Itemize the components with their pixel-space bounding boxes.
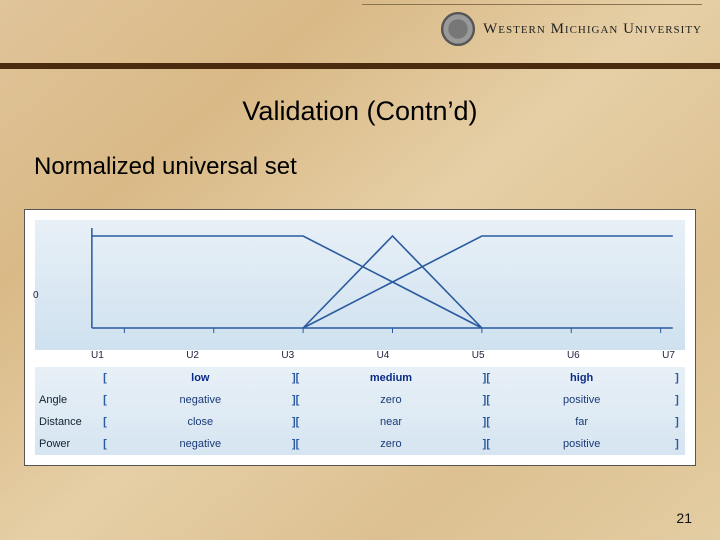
bracket-icon: [ — [97, 438, 113, 450]
x-axis-ticks: U1 U2 U3 U4 U5 U6 U7 — [35, 350, 685, 361]
bracket-icon: [ — [97, 394, 113, 406]
university-seal-icon — [441, 12, 475, 46]
slide-title: Validation (Contn’d) — [0, 96, 720, 127]
bracket-icon: ][ — [478, 372, 494, 384]
table-row: Power [ negative ][ zero ][ positive ] — [35, 433, 685, 455]
bracket-icon: ][ — [288, 438, 304, 450]
term-cell: negative — [113, 394, 288, 406]
x-tick: U7 — [662, 350, 675, 361]
term-cell: zero — [304, 438, 479, 450]
table-row: Distance [ close ][ near ][ far ] — [35, 411, 685, 433]
term-cell: near — [304, 416, 479, 428]
term-cell: positive — [494, 438, 669, 450]
x-tick: U6 — [567, 350, 580, 361]
term-cell: negative — [113, 438, 288, 450]
linguistic-term-table: [ low ][ medium ][ high ] Angle [ negati… — [35, 367, 685, 455]
university-branding: Western Michigan University — [441, 12, 702, 46]
term-cell: high — [494, 372, 669, 384]
table-row: Angle [ negative ][ zero ][ positive ] — [35, 389, 685, 411]
term-cell: low — [113, 372, 288, 384]
term-cell: zero — [304, 394, 479, 406]
x-tick: U1 — [91, 350, 104, 361]
term-cell: positive — [494, 394, 669, 406]
bracket-icon: ] — [669, 394, 685, 406]
x-tick: U4 — [377, 350, 390, 361]
bracket-icon: ][ — [478, 416, 494, 428]
slide-subtitle: Normalized universal set — [34, 153, 720, 181]
membership-plot: 0 — [35, 220, 685, 350]
bracket-icon: ] — [669, 416, 685, 428]
table-row: [ low ][ medium ][ high ] — [35, 367, 685, 389]
bracket-icon: ][ — [288, 416, 304, 428]
slide-header: Western Michigan University — [0, 0, 720, 74]
term-cell: medium — [304, 372, 479, 384]
university-name: Western Michigan University — [483, 21, 702, 38]
bracket-icon: ][ — [288, 372, 304, 384]
bracket-icon: ][ — [478, 394, 494, 406]
term-cell: close — [113, 416, 288, 428]
x-tick: U3 — [281, 350, 294, 361]
x-tick: U2 — [186, 350, 199, 361]
x-tick: U5 — [472, 350, 485, 361]
membership-curves-icon — [35, 220, 685, 350]
bracket-icon: ] — [669, 438, 685, 450]
bracket-icon: ][ — [478, 438, 494, 450]
bracket-icon: [ — [97, 416, 113, 428]
page-number: 21 — [676, 510, 692, 526]
term-cell: far — [494, 416, 669, 428]
header-thick-rule — [0, 63, 720, 69]
header-thin-rule — [362, 4, 702, 5]
row-label: Distance — [35, 416, 97, 428]
bracket-icon: ] — [669, 372, 685, 384]
bracket-icon: ][ — [288, 394, 304, 406]
row-label: Power — [35, 438, 97, 450]
bracket-icon: [ — [97, 372, 113, 384]
row-label: Angle — [35, 394, 97, 406]
figure-container: 0 U1 U2 U3 — [24, 209, 696, 466]
